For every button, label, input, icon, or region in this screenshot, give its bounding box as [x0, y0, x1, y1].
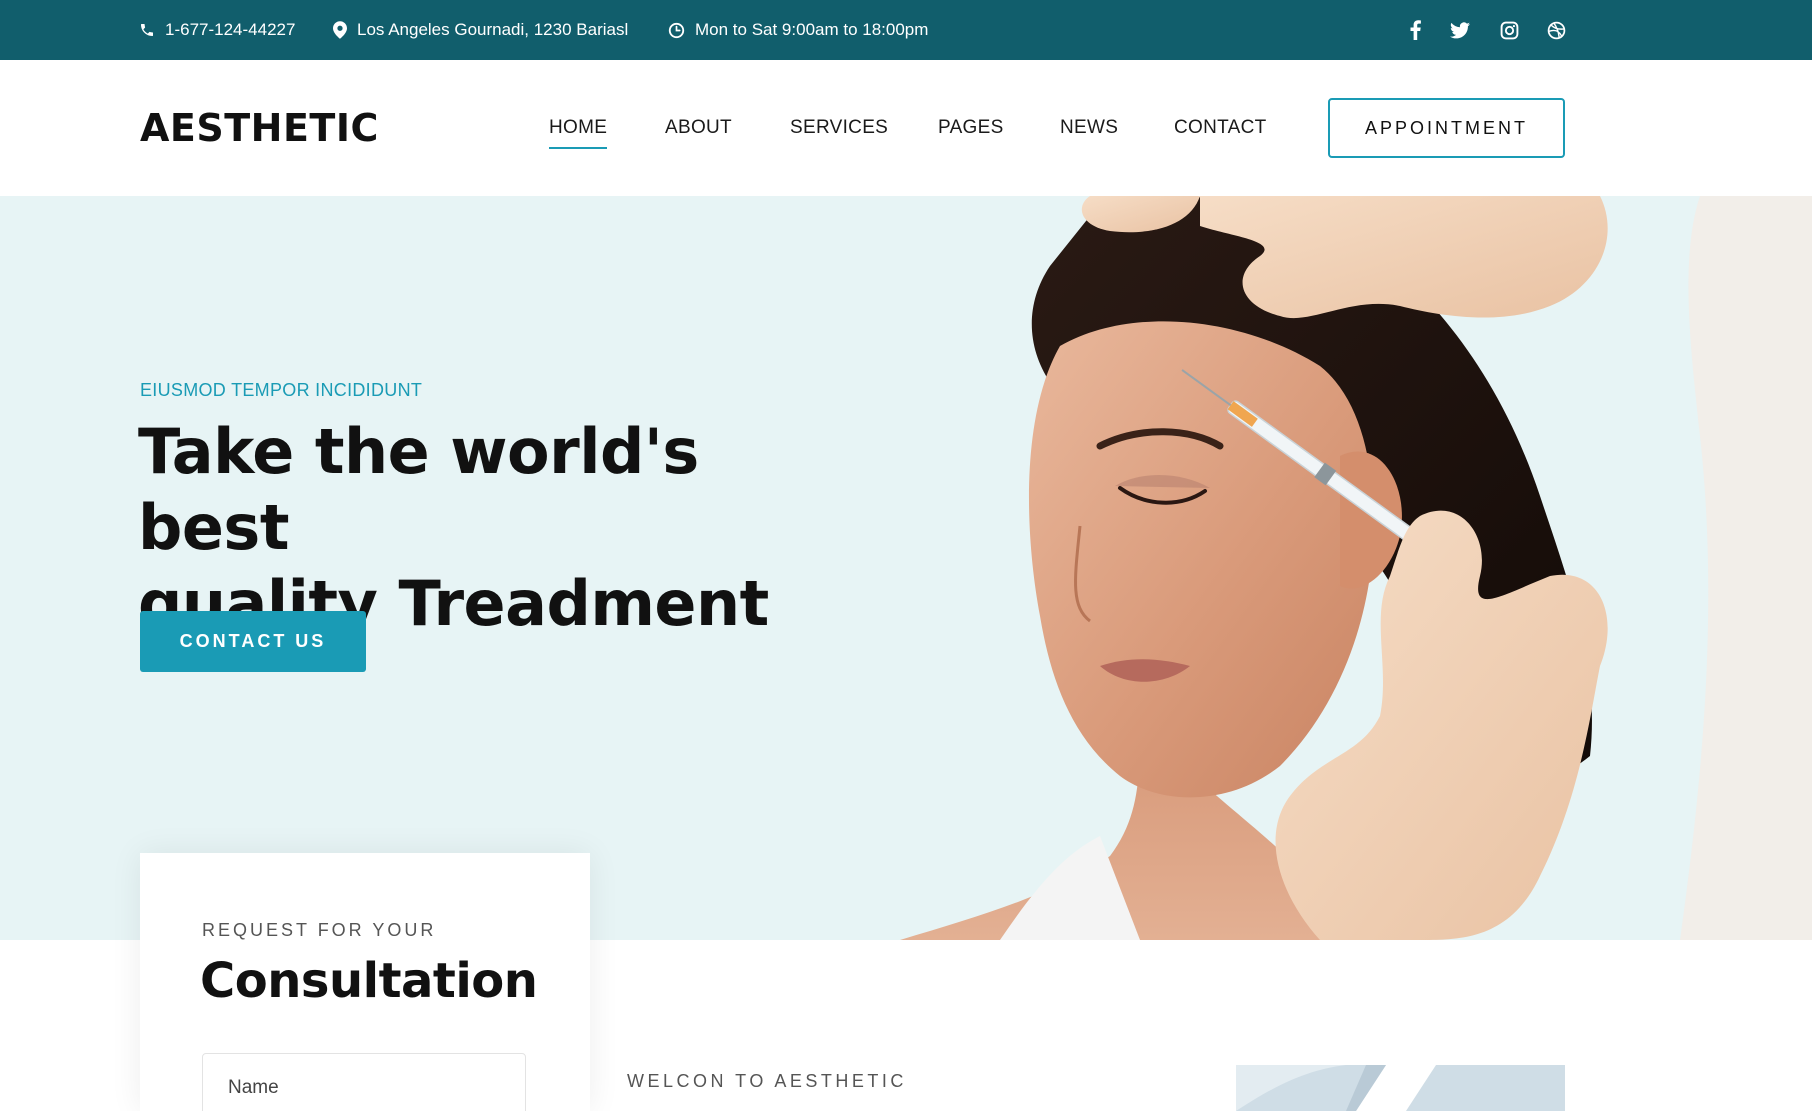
- site-logo[interactable]: AESTHETIC: [140, 106, 379, 150]
- hero-eyebrow: EIUSMOD TEMPOR INCIDIDUNT: [140, 380, 423, 400]
- facebook-icon[interactable]: [1404, 19, 1426, 41]
- nav-home[interactable]: HOME: [549, 117, 608, 149]
- phone-icon: [139, 22, 155, 38]
- consultation-eyebrow: REQUEST FOR YOUR: [202, 920, 437, 940]
- address-text: Los Angeles Gournadi, 1230 Bariasl: [357, 20, 629, 39]
- welcome-eyebrow: WELCON TO AESTHETIC: [627, 1071, 907, 1091]
- address-info: Los Angeles Gournadi, 1230 Bariasl: [333, 0, 628, 60]
- hours-info: Mon to Sat 9:00am to 18:00pm: [668, 0, 928, 60]
- map-pin-icon: [333, 21, 347, 39]
- hero-title-line-1: Take the world's best: [138, 415, 699, 564]
- appointment-button[interactable]: APPOINTMENT: [1328, 98, 1565, 158]
- phone-number: 1-677-124-44227: [165, 20, 296, 39]
- name-input[interactable]: [202, 1053, 526, 1111]
- nav-contact[interactable]: CONTACT: [1174, 117, 1267, 139]
- dribbble-icon[interactable]: [1545, 19, 1567, 41]
- consultation-title: Consultation: [200, 953, 538, 1009]
- hero-photo: [900, 196, 1812, 940]
- main-header: AESTHETIC HOME ABOUT SERVICES PAGES NEWS…: [0, 60, 1812, 196]
- welcome-photo: [1236, 1065, 1565, 1111]
- nav-pages[interactable]: PAGES: [938, 117, 1004, 139]
- nav-about[interactable]: ABOUT: [665, 117, 732, 139]
- nav-news[interactable]: NEWS: [1060, 117, 1118, 139]
- consultation-card: REQUEST FOR YOUR Consultation: [140, 853, 590, 1111]
- top-info-bar: 1-677-124-44227 Los Angeles Gournadi, 12…: [0, 0, 1812, 60]
- contact-us-button[interactable]: CONTACT US: [140, 611, 366, 672]
- phone-info[interactable]: 1-677-124-44227: [139, 0, 295, 60]
- hours-text: Mon to Sat 9:00am to 18:00pm: [695, 20, 929, 39]
- hero-title: Take the world's best quality Treadment: [138, 414, 858, 642]
- nav-services[interactable]: SERVICES: [790, 117, 888, 139]
- clock-icon: [668, 22, 685, 39]
- twitter-icon[interactable]: [1449, 19, 1471, 41]
- instagram-icon[interactable]: [1498, 19, 1520, 41]
- hero-section: EIUSMOD TEMPOR INCIDIDUNT Take the world…: [0, 196, 1812, 940]
